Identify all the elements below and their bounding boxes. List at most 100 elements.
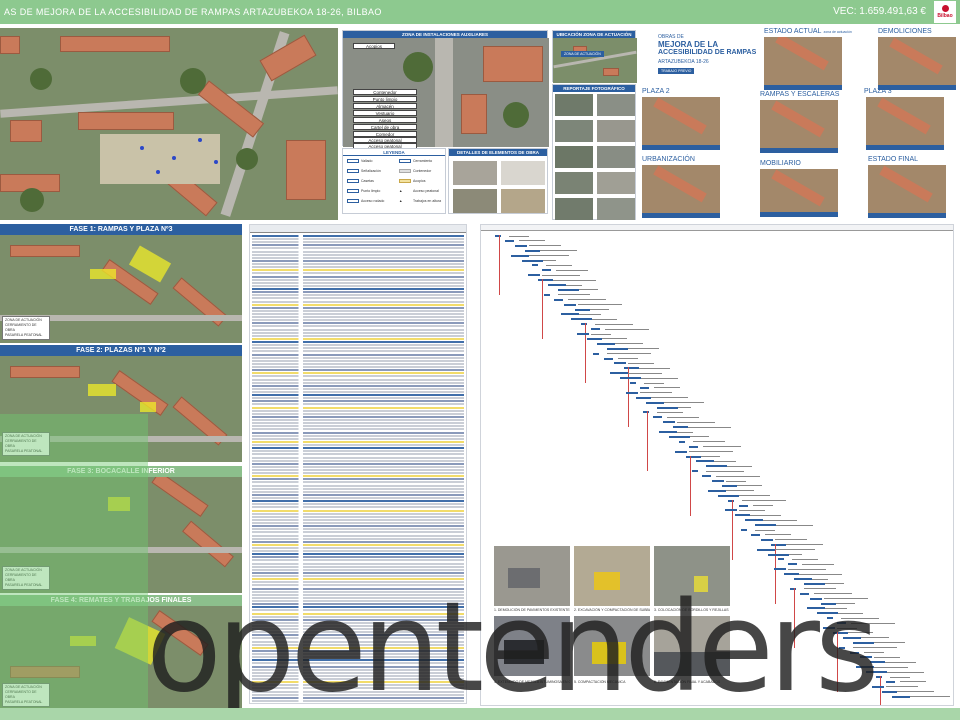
table-row [252, 419, 464, 422]
table-row [252, 244, 464, 247]
table-row [252, 303, 464, 306]
table-row [252, 316, 464, 319]
gantt-bar [701, 475, 711, 478]
table-row [252, 690, 464, 693]
location-title: UBICACIÓN ZONA DE ACTUACIÓN [553, 31, 635, 38]
gantt-label [736, 485, 763, 487]
gantt-label [765, 534, 792, 536]
table-row [252, 425, 464, 428]
gantt-timeline [481, 225, 953, 231]
gantt-bar [609, 372, 628, 375]
gantt-bar [669, 435, 691, 438]
gantt-bar [728, 499, 735, 502]
table-row [252, 497, 464, 500]
gantt-bar [853, 641, 875, 644]
table-row [252, 649, 464, 652]
gantt-label [869, 666, 908, 668]
gantt-bar [554, 298, 564, 301]
gantt-bar [597, 342, 616, 345]
installations-panel: ZONA DE INSTALACIONES AUXILIARES Acopios… [342, 30, 549, 149]
table-row [252, 543, 464, 546]
table-row [252, 559, 464, 562]
table-row [252, 512, 464, 515]
table-row [252, 490, 464, 493]
table-row [252, 406, 464, 409]
gantt-label [814, 593, 853, 595]
table-row [252, 394, 464, 397]
gantt-label [627, 362, 654, 364]
table-row [252, 643, 464, 646]
gantt-bar [527, 274, 540, 277]
table-row [252, 362, 464, 365]
table-row [252, 272, 464, 275]
gantt-bar [757, 548, 776, 551]
gantt-bar [783, 573, 799, 576]
report-photo-8 [597, 172, 635, 194]
gantt-label [797, 573, 842, 575]
table-row [252, 500, 464, 503]
table-row [252, 444, 464, 447]
location-tag: ZONA DE ACTUACIÓN [561, 51, 604, 57]
table-row [252, 235, 464, 237]
gantt-bar [886, 680, 896, 683]
gantt-label [555, 269, 588, 271]
table-row [252, 668, 464, 671]
gantt-bar [515, 244, 528, 247]
label-almacen: Almacén [353, 103, 417, 109]
table-row [252, 319, 464, 322]
table-row [252, 621, 464, 624]
gantt-bar [613, 362, 626, 365]
gantt-label [703, 446, 742, 448]
photo-report-title: REPORTAJE FOTOGRÁFICO [553, 85, 635, 92]
gantt-label [863, 652, 884, 653]
table-row [252, 581, 464, 584]
table-row [252, 359, 464, 362]
table-row [252, 481, 464, 484]
table-row [252, 409, 464, 412]
gantt-bar [691, 470, 698, 473]
gantt-bar [672, 426, 688, 429]
gantt-label [847, 632, 874, 634]
gantt-label [656, 411, 683, 413]
table-row [252, 640, 464, 643]
gantt-bar [580, 323, 587, 326]
gantt-dependency [499, 235, 500, 295]
table-row [252, 525, 464, 528]
gantt-label [758, 519, 797, 521]
table-row [252, 440, 464, 443]
gantt-bar [773, 568, 786, 571]
gantt-label [686, 426, 731, 428]
table-row [252, 603, 464, 606]
table-row [252, 674, 464, 677]
table-row [252, 325, 464, 328]
gantt-bar [544, 293, 551, 296]
table-row [252, 587, 464, 590]
table-row [252, 241, 464, 244]
gantt-label [726, 480, 746, 482]
table-row [252, 625, 464, 627]
gantt-bar [718, 494, 740, 497]
gantt-label [594, 323, 633, 325]
gantt-bar [587, 337, 603, 340]
table-row [252, 294, 464, 297]
gantt-bar [505, 239, 515, 242]
gantt-bar [872, 685, 885, 688]
gantt-bar [761, 538, 774, 541]
gantt-label [551, 279, 596, 281]
table-row [252, 634, 464, 637]
budget-table-header [250, 225, 466, 233]
table-row [252, 515, 464, 518]
gantt-label [755, 529, 775, 531]
gantt-label [857, 637, 890, 639]
work-photo-1 [494, 546, 570, 606]
report-photo-9 [555, 198, 593, 220]
table-row [252, 434, 464, 437]
gantt-label [644, 382, 664, 384]
work-photo-3 [654, 546, 730, 606]
table-row [252, 331, 464, 334]
table-row [252, 291, 464, 294]
gantt-label [525, 255, 570, 257]
gantt-bar [656, 406, 678, 409]
gantt-bar [560, 313, 579, 316]
table-row [252, 238, 464, 241]
